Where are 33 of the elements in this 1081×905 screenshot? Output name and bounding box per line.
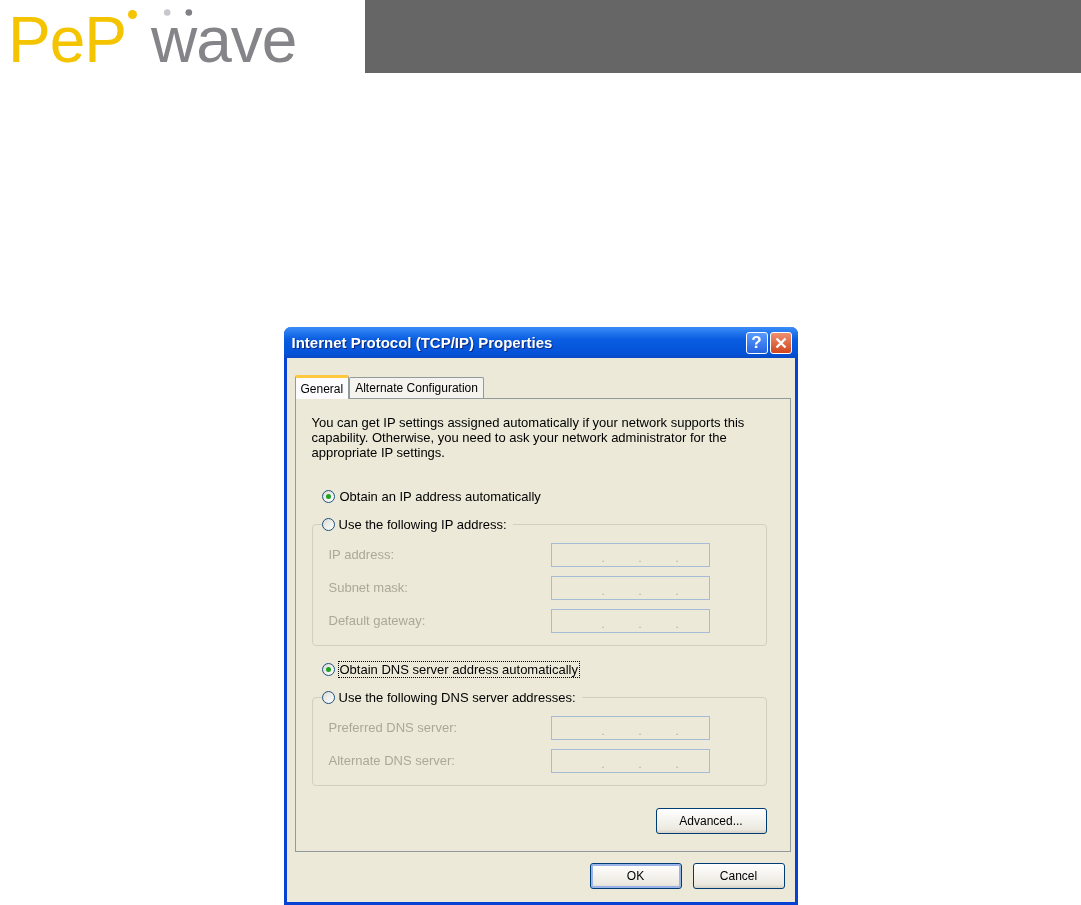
field-label: Alternate DNS server: bbox=[328, 753, 455, 768]
octet-separator: . bbox=[638, 550, 642, 566]
close-button[interactable] bbox=[769, 331, 792, 354]
octet-separator: . bbox=[601, 756, 605, 772]
octet-separator: . bbox=[601, 616, 605, 632]
logo-dot-icon bbox=[127, 10, 137, 19]
octet-separator: . bbox=[675, 723, 679, 739]
field-label: Subnet mask: bbox=[328, 580, 408, 595]
octet-separator: . bbox=[601, 550, 605, 566]
octet-separator: . bbox=[601, 583, 605, 599]
close-icon bbox=[774, 336, 787, 349]
field-label: Default gateway: bbox=[328, 613, 426, 628]
octet-separator: . bbox=[675, 583, 679, 599]
field-label: Preferred DNS server: bbox=[328, 720, 458, 735]
tab[interactable]: General bbox=[294, 375, 350, 399]
field-label: IP address: bbox=[328, 547, 395, 562]
octet-separator: . bbox=[638, 616, 642, 632]
cancel-button[interactable]: Cancel bbox=[692, 863, 785, 889]
octet-separator: . bbox=[638, 723, 642, 739]
octet-separator: . bbox=[675, 756, 679, 772]
octet-separator: . bbox=[675, 550, 679, 566]
window-title: Internet Protocol (TCP/IP) Properties bbox=[291, 334, 554, 351]
octet-separator: . bbox=[675, 616, 679, 632]
logo-text: wave bbox=[150, 18, 297, 74]
ok-button[interactable]: OK bbox=[589, 863, 682, 889]
octet-separator: . bbox=[601, 723, 605, 739]
tab[interactable]: Alternate Configuration bbox=[349, 377, 484, 398]
description-text: You can get IP settings assigned automatically if your network supports this capability. Otherwise, you need to ask your network administrator for the appropriate IP settings. bbox=[311, 415, 746, 460]
advanced-button[interactable]: Advanced... bbox=[655, 808, 767, 834]
octet-separator: . bbox=[638, 756, 642, 772]
logo-dots-icon bbox=[163, 8, 193, 17]
octet-separator: . bbox=[638, 583, 642, 599]
logo-text: PeP bbox=[8, 18, 126, 74]
